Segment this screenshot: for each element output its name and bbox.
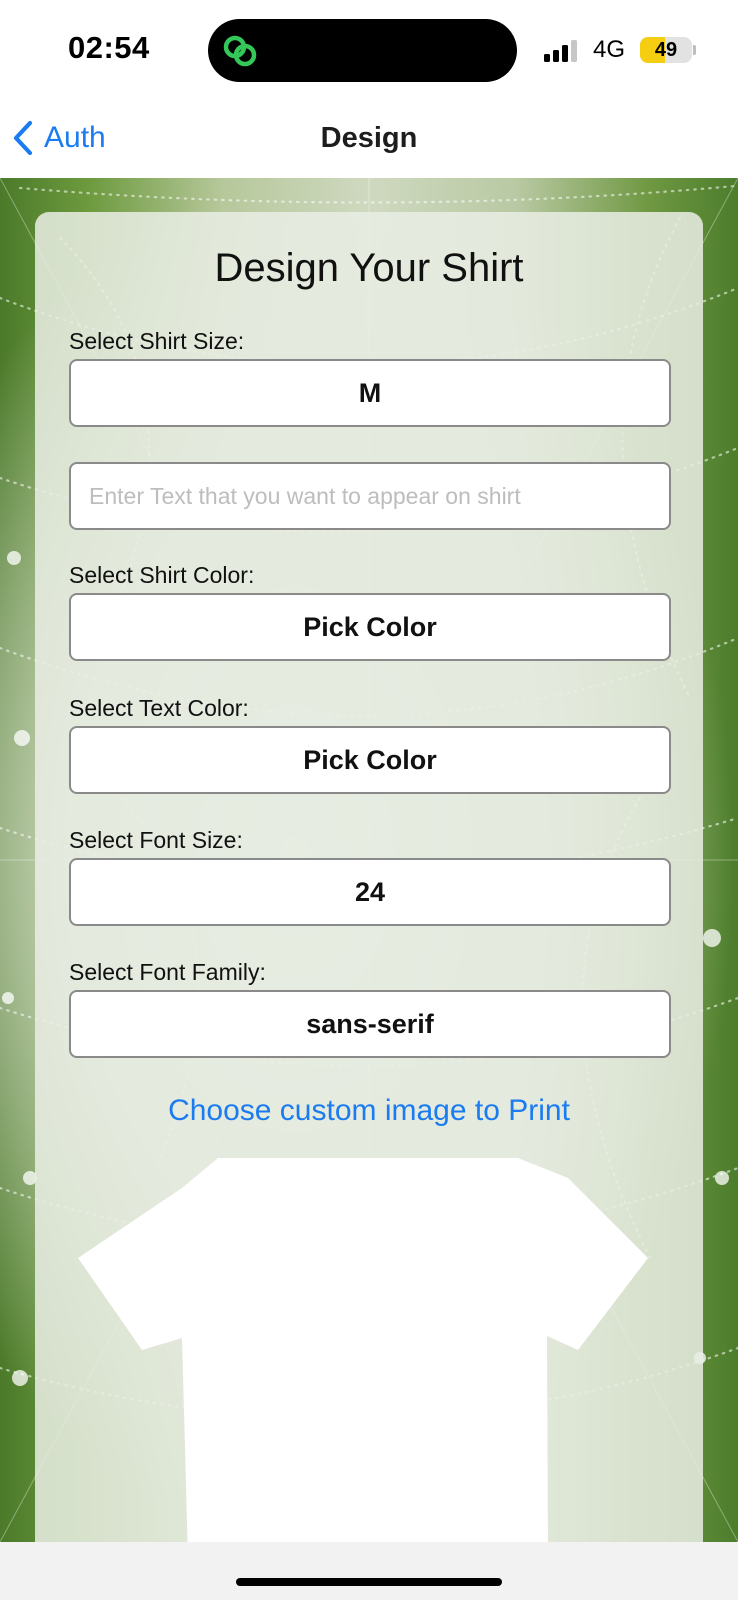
dynamic-island xyxy=(208,19,517,82)
navigation-bar: Auth Design xyxy=(0,100,738,178)
design-form-card: Design Your Shirt Select Shirt Size: M S… xyxy=(35,212,703,1542)
shirt-text-input[interactable] xyxy=(69,462,671,530)
choose-image-link[interactable]: Choose custom image to Print xyxy=(35,1094,703,1128)
form-heading: Design Your Shirt xyxy=(214,246,524,290)
network-type: 4G xyxy=(593,36,626,63)
shirt-color-label: Select Shirt Color: xyxy=(69,562,255,588)
home-indicator[interactable] xyxy=(236,1578,502,1586)
font-family-picker[interactable]: sans-serif xyxy=(69,990,671,1058)
shirt-size-picker[interactable]: M xyxy=(69,359,671,427)
text-color-button[interactable]: Pick Color xyxy=(69,726,671,794)
battery-icon: 49 xyxy=(640,37,692,63)
font-size-picker[interactable]: 24 xyxy=(69,858,671,926)
signal-icon xyxy=(544,40,582,62)
battery-percent: 49 xyxy=(654,39,678,61)
battery-cap xyxy=(693,45,696,55)
home-indicator-area xyxy=(0,1542,738,1600)
font-family-label: Select Font Family: xyxy=(69,959,266,985)
link-rings-icon xyxy=(223,35,257,67)
font-size-label: Select Font Size: xyxy=(69,827,243,853)
text-color-label: Select Text Color: xyxy=(69,695,249,721)
status-time: 02:54 xyxy=(68,30,150,65)
shirt-size-label: Select Shirt Size: xyxy=(69,328,245,354)
shirt-color-button[interactable]: Pick Color xyxy=(69,593,671,661)
shirt-preview xyxy=(78,1158,648,1542)
status-bar: 02:54 4G 49 xyxy=(0,0,738,100)
page-title: Design xyxy=(320,122,418,154)
